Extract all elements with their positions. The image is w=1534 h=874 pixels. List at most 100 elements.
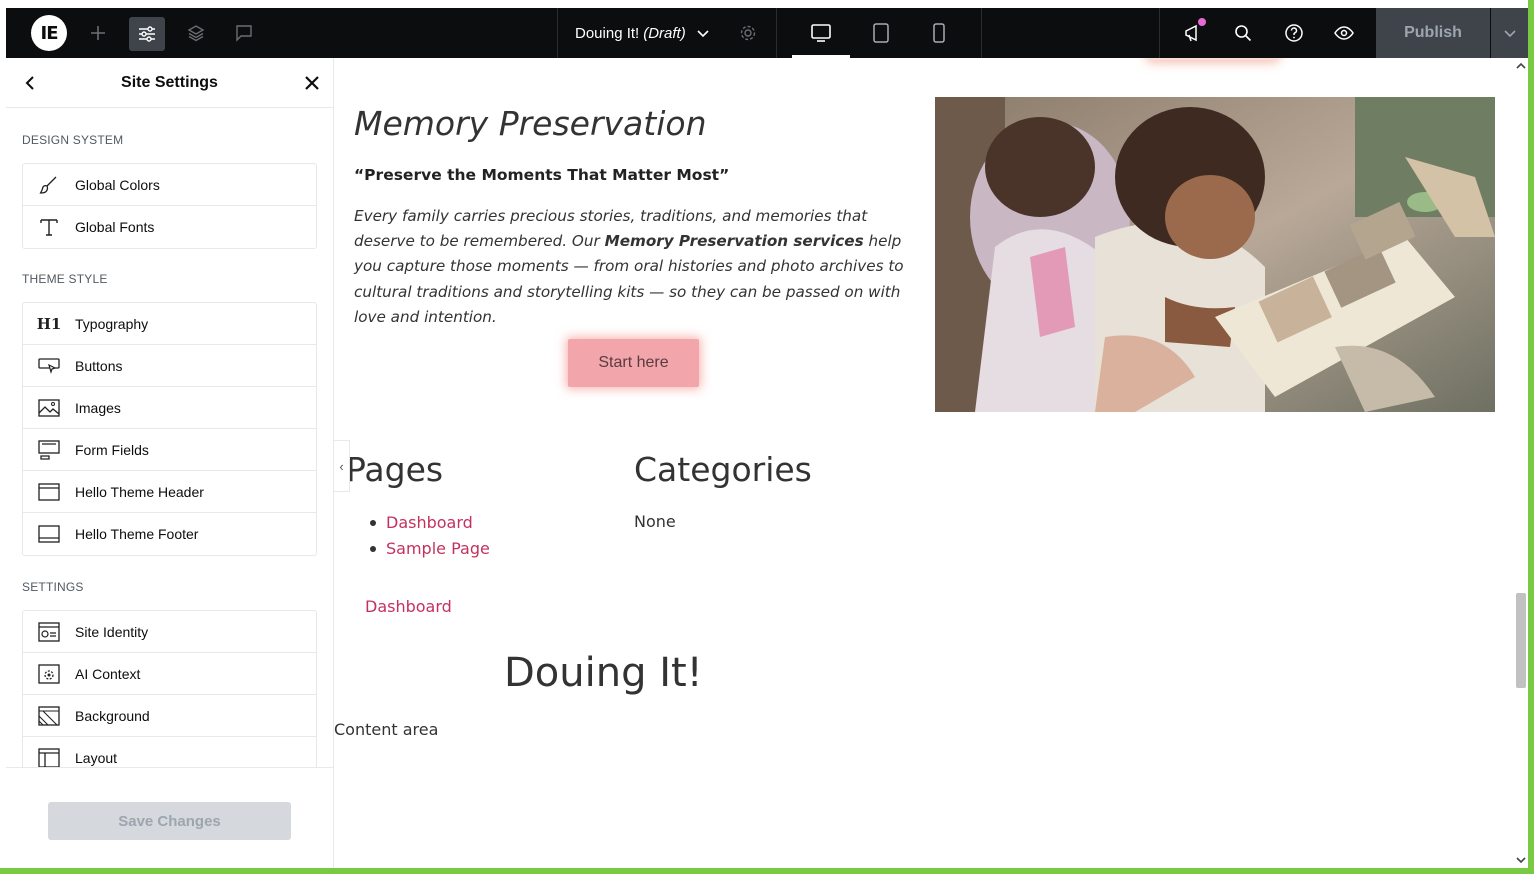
bullet: [370, 546, 376, 552]
comment-icon: [236, 25, 252, 42]
whats-new-button[interactable]: [1178, 8, 1208, 58]
comments-button[interactable]: [230, 8, 258, 58]
menu-item-buttons[interactable]: Buttons: [23, 345, 316, 387]
notification-dot: [1198, 18, 1206, 26]
menu-item-label: Images: [75, 399, 121, 416]
brush-icon: [37, 174, 61, 196]
menu-item-form-fields[interactable]: Form Fields: [23, 429, 316, 471]
body-text-bold: Memory Preservation services: [604, 232, 864, 251]
dashboard-link[interactable]: Dashboard: [365, 597, 452, 616]
mobile-icon: [933, 23, 945, 43]
site-title: Douing It!: [504, 650, 703, 696]
background-icon: [37, 705, 61, 727]
footer-icon: [37, 523, 61, 545]
menu-item-hello-theme-footer[interactable]: Hello Theme Footer: [23, 513, 316, 555]
panel-title: Site Settings: [121, 74, 218, 91]
elementor-logo[interactable]: IE: [31, 15, 67, 51]
ai-context-icon: [37, 663, 61, 685]
menu-item-label: Background: [75, 707, 150, 724]
form-fields-icon: [37, 439, 61, 461]
menu-item-typography[interactable]: H1 Typography: [23, 303, 316, 345]
search-button[interactable]: [1228, 8, 1258, 58]
menu-item-label: Typography: [75, 315, 149, 332]
site-identity-icon: [37, 621, 61, 643]
gear-icon: [740, 25, 756, 41]
page-canvas[interactable]: Memory Preservation “Preserve the Moment…: [334, 58, 1514, 868]
desktop-view-button[interactable]: [792, 8, 850, 58]
pages-widget-title: Pages: [346, 450, 444, 489]
list-item[interactable]: Sample Page: [370, 536, 490, 562]
save-changes-button[interactable]: Save Changes: [48, 802, 291, 840]
memory-preservation-heading: Memory Preservation: [354, 104, 707, 143]
megaphone-icon: [1185, 24, 1197, 42]
menu-item-hello-theme-header[interactable]: Hello Theme Header: [23, 471, 316, 513]
scroll-up-button[interactable]: [1514, 60, 1528, 72]
menu-item-global-colors[interactable]: Global Colors: [23, 164, 316, 206]
document-title-button[interactable]: Douing It! (Draft): [575, 8, 710, 58]
site-settings-button[interactable]: [129, 17, 165, 51]
chevron-down-icon: [1503, 30, 1516, 38]
page-link-sample-page[interactable]: Sample Page: [386, 536, 490, 562]
header-icon: [37, 481, 61, 503]
menu-item-label: Hello Theme Header: [75, 483, 204, 500]
menu-item-label: Layout: [75, 750, 118, 766]
menu-item-images[interactable]: Images: [23, 387, 316, 429]
menu-item-layout[interactable]: Layout: [23, 737, 316, 767]
window-border-bottom: [0, 868, 1534, 874]
help-button[interactable]: [1279, 8, 1309, 58]
menu-item-label: Buttons: [75, 357, 123, 374]
tablet-view-button[interactable]: [866, 8, 896, 58]
start-here-button[interactable]: Start here: [568, 339, 699, 387]
menu-item-label: Form Fields: [75, 441, 149, 458]
add-element-button[interactable]: [84, 8, 112, 58]
sliders-icon: [139, 26, 155, 42]
app-window: IE Douing It! (Draft) Publish Site Setti…: [0, 0, 1534, 874]
scroll-thumb[interactable]: [1516, 593, 1526, 688]
heading-icon: H1: [36, 315, 62, 333]
menu-item-label: Hello Theme Footer: [75, 526, 199, 542]
help-icon: [1285, 24, 1303, 42]
publish-options-button[interactable]: [1491, 8, 1528, 58]
publish-button[interactable]: Publish: [1376, 8, 1490, 58]
group-title-settings: SETTINGS: [22, 580, 84, 594]
menu-item-label: Site Identity: [75, 623, 149, 640]
menu-item-site-identity[interactable]: Site Identity: [23, 611, 316, 653]
scroll-down-button[interactable]: [1514, 854, 1528, 866]
menu-item-ai-context[interactable]: AI Context: [23, 653, 316, 695]
chevron-down-icon: [1516, 857, 1526, 864]
separator: [1159, 8, 1160, 58]
settings-group: Site Identity AI Context Background Layo…: [22, 610, 317, 767]
bullet: [370, 520, 376, 526]
panel-content[interactable]: DESIGN SYSTEM Global Colors Global Fonts…: [6, 109, 333, 767]
separator: [776, 8, 777, 58]
categories-widget-title: Categories: [634, 450, 812, 489]
preview-button[interactable]: [1329, 8, 1359, 58]
menu-item-global-fonts[interactable]: Global Fonts: [23, 206, 316, 248]
document-title: Douing It!: [575, 24, 640, 42]
list-item[interactable]: Dashboard: [370, 510, 490, 536]
layers-icon: [187, 25, 205, 42]
memory-preservation-quote: “Preserve the Moments That Matter Most”: [354, 166, 730, 184]
chevron-down-icon: [697, 30, 709, 38]
page-settings-button[interactable]: [733, 8, 763, 58]
eye-icon: [1334, 26, 1354, 40]
separator: [557, 8, 558, 58]
canvas-scrollbar[interactable]: [1514, 58, 1528, 868]
design-system-group: Global Colors Global Fonts: [22, 163, 317, 249]
layout-icon: [37, 747, 61, 767]
mobile-view-button[interactable]: [924, 8, 954, 58]
decorative-glow: [1148, 58, 1278, 60]
family-photo-illustration: [935, 97, 1495, 412]
group-title-theme-style: THEME STYLE: [22, 272, 108, 286]
structure-button[interactable]: [182, 8, 210, 58]
close-button[interactable]: [300, 71, 324, 95]
top-strip: [0, 0, 1534, 8]
memory-preservation-text: Every family carries precious stories, t…: [354, 204, 924, 330]
tablet-icon: [873, 23, 889, 43]
menu-item-background[interactable]: Background: [23, 695, 316, 737]
plus-icon: [91, 26, 105, 40]
collapse-panel-handle[interactable]: ‹: [334, 440, 350, 492]
site-settings-panel: Site Settings DESIGN SYSTEM Global Color…: [6, 58, 334, 868]
chevron-up-icon: [1516, 62, 1526, 69]
page-link-dashboard[interactable]: Dashboard: [386, 510, 473, 536]
